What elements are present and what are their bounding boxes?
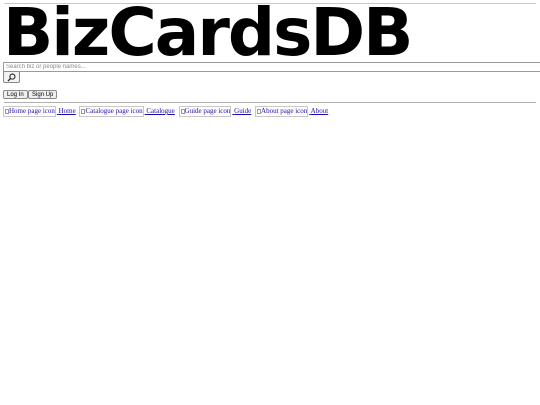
- nav-label-guide: Guide: [234, 107, 252, 115]
- main-nav: Home page icon Home Catalogue page icon …: [3, 106, 330, 117]
- home-page-icon: Home page icon: [3, 106, 56, 117]
- search-button[interactable]: [3, 71, 20, 83]
- nav-label-home: Home: [58, 107, 76, 115]
- nav-link-catalogue[interactable]: Catalogue page icon Catalogue: [79, 106, 175, 117]
- nav-link-home[interactable]: Home page icon Home: [3, 106, 76, 117]
- signup-button[interactable]: Sign Up: [28, 90, 58, 99]
- catalogue-page-icon: Catalogue page icon: [79, 106, 144, 117]
- about-page-icon: About page icon: [255, 106, 309, 117]
- guide-page-icon: Guide page icon: [178, 106, 232, 117]
- nav-link-about[interactable]: About page icon About: [255, 106, 329, 117]
- nav-label-catalogue: Catalogue: [146, 107, 175, 115]
- header-divider: [4, 102, 536, 103]
- search-input[interactable]: [3, 62, 540, 72]
- nav-label-about: About: [310, 107, 329, 115]
- nav-link-guide[interactable]: Guide page icon Guide: [178, 106, 252, 117]
- login-button[interactable]: Log In: [3, 90, 28, 99]
- site-logo[interactable]: BizCardsDB: [3, 0, 413, 66]
- search-icon: [7, 73, 16, 82]
